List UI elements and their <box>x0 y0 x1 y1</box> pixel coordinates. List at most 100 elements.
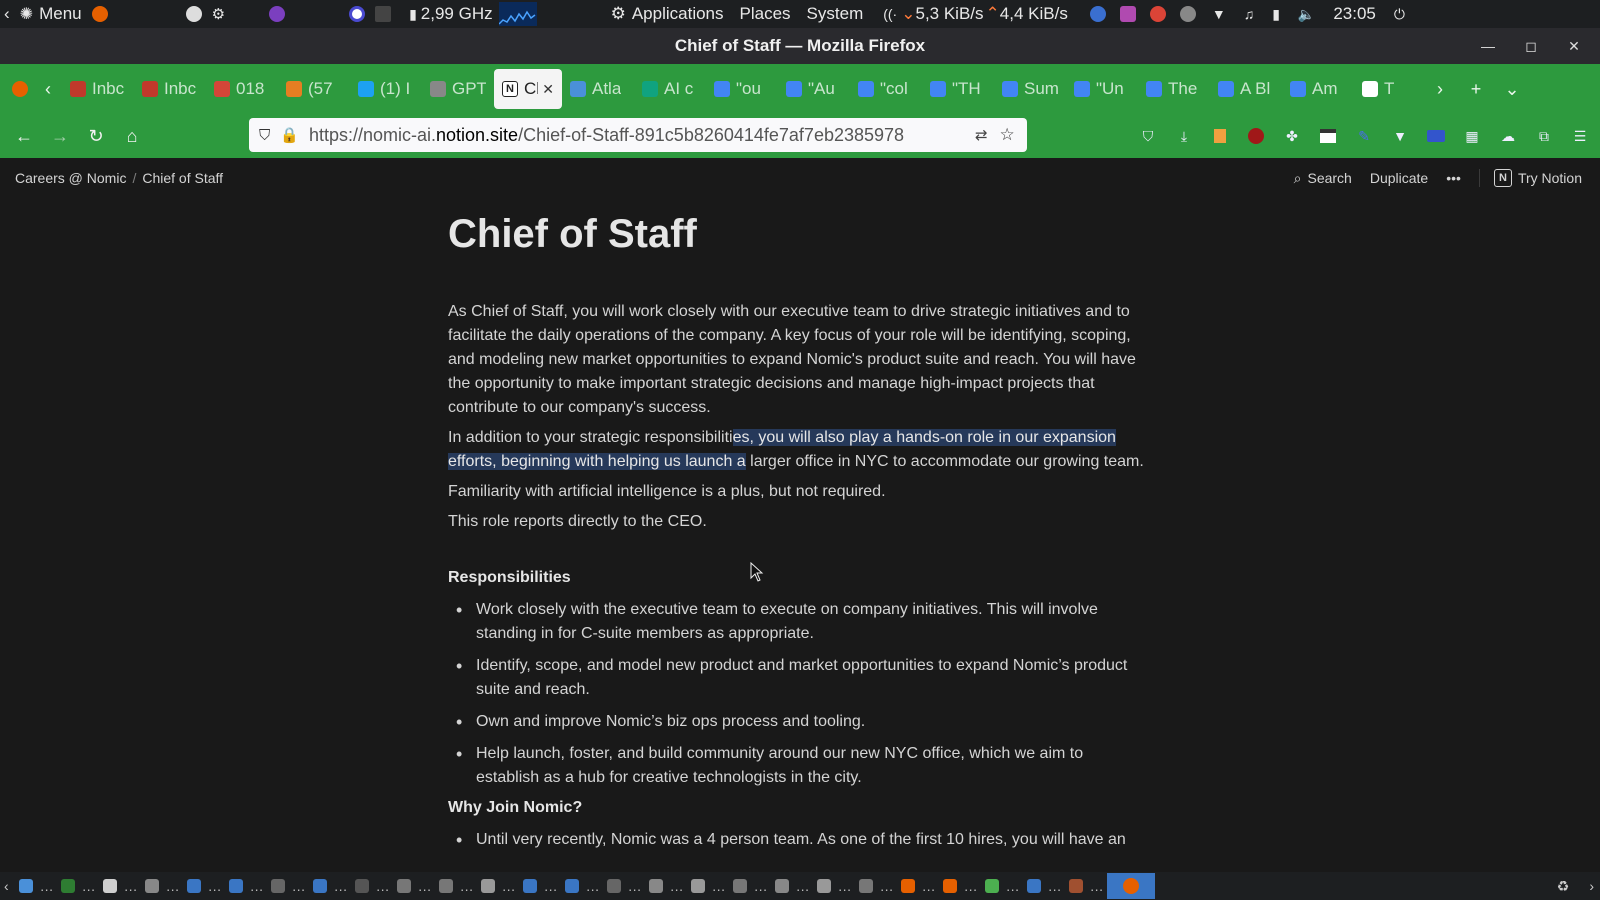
filter-extension-icon[interactable]: ▼ <box>1388 124 1412 148</box>
back-icon[interactable]: ← <box>6 118 42 154</box>
new-tab-icon[interactable]: + <box>1462 69 1490 109</box>
power-icon[interactable]: ⏻ <box>1394 0 1405 28</box>
window-titlebar[interactable]: Chief of Staff — Mozilla Firefox — ◻ ✕ <box>0 28 1600 64</box>
taskbar-app-icon[interactable] <box>648 879 663 893</box>
tab-15[interactable]: The <box>1138 69 1210 109</box>
tab-18[interactable]: T <box>1354 69 1426 109</box>
reload-icon[interactable]: ↻ <box>78 118 114 154</box>
clock[interactable]: 23:05 <box>1333 0 1376 28</box>
taskbar-active-firefox[interactable] <box>1106 873 1155 899</box>
id-extension-icon[interactable] <box>1424 124 1448 148</box>
taskbar-app-icon[interactable] <box>1026 879 1041 893</box>
taskbar-app-icon[interactable] <box>102 879 117 893</box>
extension-orange-icon[interactable] <box>1208 124 1232 148</box>
ublock-icon[interactable] <box>1244 124 1268 148</box>
taskbar-app-icon[interactable] <box>858 879 873 893</box>
tab-9[interactable]: "ou <box>706 69 778 109</box>
tab-13[interactable]: Sum <box>994 69 1066 109</box>
settings-gears-icon[interactable]: ⚙ <box>212 0 225 28</box>
tab-4[interactable]: (1) I <box>350 69 422 109</box>
trash-icon[interactable]: ♻ <box>1557 878 1570 895</box>
chrome-tray-icon[interactable] <box>1149 0 1166 28</box>
firefox-launcher-icon[interactable] <box>91 0 108 28</box>
list-all-tabs-icon[interactable]: ⌄ <box>1498 69 1526 109</box>
url-text[interactable]: https://nomic-ai.notion.site/Chief-of-St… <box>309 125 969 146</box>
minimize-icon[interactable]: — <box>1478 36 1498 56</box>
tab-16[interactable]: A Bl <box>1210 69 1282 109</box>
tab-7[interactable]: Atla <box>562 69 634 109</box>
home-icon[interactable]: ⌂ <box>114 118 150 154</box>
taskbar-app-icon[interactable] <box>690 879 705 893</box>
taskbar-app-icon[interactable] <box>144 879 159 893</box>
translate-icon[interactable]: ⇄ <box>975 126 988 144</box>
tab-17[interactable]: Am <box>1282 69 1354 109</box>
maximize-icon[interactable]: ◻ <box>1521 36 1541 56</box>
info-tray-icon[interactable] <box>1179 0 1196 28</box>
taskbar-app-icon[interactable] <box>396 879 411 893</box>
taskbar-app-icon[interactable] <box>60 879 75 893</box>
tab-2[interactable]: 018 <box>206 69 278 109</box>
breadcrumb-careers[interactable]: Careers @ Nomic <box>15 170 126 186</box>
tab-10[interactable]: "Au <box>778 69 850 109</box>
taskbar-app-icon[interactable] <box>270 879 285 893</box>
panel-collapse-left-icon[interactable]: ‹ <box>4 0 10 28</box>
taskbar-app-icon[interactable] <box>354 879 369 893</box>
tab-active[interactable]: N Ch✕ <box>494 69 562 109</box>
system-menu[interactable]: System <box>807 0 864 28</box>
taskbar-app-icon[interactable] <box>480 879 495 893</box>
tab-12[interactable]: "TH <box>922 69 994 109</box>
tab-5[interactable]: GPT <box>422 69 494 109</box>
mixer-tray-icon[interactable] <box>1119 0 1136 28</box>
taskbar-app-icon[interactable] <box>900 879 915 893</box>
extension-puzzle-grey-icon[interactable]: ✤ <box>1280 124 1304 148</box>
taskbar-app-icon[interactable] <box>984 879 999 893</box>
tab-14[interactable]: "Un <box>1066 69 1138 109</box>
taskbar-app-icon[interactable] <box>312 879 327 893</box>
more-options-button[interactable]: ••• <box>1446 170 1461 186</box>
tab-1[interactable]: Inbc <box>134 69 206 109</box>
taskbar-app-icon[interactable] <box>228 879 243 893</box>
volume-tray-icon[interactable]: 🔈 <box>1298 0 1315 28</box>
system-menu-button[interactable]: ✺ Menu <box>20 0 82 28</box>
taskbar-app-icon[interactable] <box>774 879 789 893</box>
taskbar-app-icon[interactable] <box>732 879 747 893</box>
calendar-extension-icon[interactable] <box>1316 124 1340 148</box>
tab-scroll-left-icon[interactable]: ‹ <box>34 69 62 109</box>
firefox-view-icon[interactable] <box>6 69 34 109</box>
taskbar-app-icon[interactable] <box>18 879 33 893</box>
taskbar-app-icon[interactable] <box>564 879 579 893</box>
breadcrumb-current[interactable]: Chief of Staff <box>142 170 223 186</box>
bookmark-star-icon[interactable]: ☆ <box>1000 125 1015 145</box>
grid-extension-icon[interactable]: ▦ <box>1460 124 1484 148</box>
opera-app-icon[interactable] <box>349 0 366 28</box>
taskbar-app-icon[interactable] <box>942 879 957 893</box>
downloads-icon[interactable]: ⤓ <box>1172 124 1196 148</box>
cloud-extension-icon[interactable]: ☁ <box>1496 124 1520 148</box>
search-button[interactable]: ⌕ Search <box>1294 170 1352 187</box>
try-notion-button[interactable]: N Try Notion <box>1478 169 1582 187</box>
pocket-icon[interactable]: ⛉ <box>1136 124 1160 148</box>
qbittorrent-tray-icon[interactable] <box>1089 0 1106 28</box>
extensions-puzzle-icon[interactable]: ⧉ <box>1532 124 1556 148</box>
link-extension-icon[interactable]: ✎ <box>1352 124 1376 148</box>
taskbar-app-icon[interactable] <box>816 879 831 893</box>
applications-menu[interactable]: ⚙ Applications <box>611 0 724 28</box>
taskbar-app-icon[interactable] <box>522 879 537 893</box>
notification-bell-icon[interactable]: ♫ <box>1244 0 1255 28</box>
taskbar-app-icon[interactable] <box>186 879 201 893</box>
places-menu[interactable]: Places <box>740 0 791 28</box>
tab-8[interactable]: AI c <box>634 69 706 109</box>
taskbar-app-icon[interactable] <box>438 879 453 893</box>
podcast-app-icon[interactable] <box>269 0 286 28</box>
lock-icon[interactable]: 🔒 <box>280 126 299 144</box>
tracking-shield-icon[interactable]: ⛉ <box>259 127 270 144</box>
url-bar[interactable]: ⛉ 🔒 https://nomic-ai.notion.site/Chief-o… <box>249 118 1027 152</box>
taskbar-scroll-right-icon[interactable]: › <box>1589 878 1594 894</box>
forward-icon[interactable]: → <box>42 118 78 154</box>
terminal-app-icon[interactable] <box>375 0 392 28</box>
close-window-icon[interactable]: ✕ <box>1564 36 1584 56</box>
duplicate-button[interactable]: Duplicate <box>1370 170 1428 186</box>
app-menu-icon[interactable]: ☰ <box>1568 124 1592 148</box>
tab-3[interactable]: (57 <box>278 69 350 109</box>
taskbar-scroll-left-icon[interactable]: ‹ <box>4 878 9 894</box>
